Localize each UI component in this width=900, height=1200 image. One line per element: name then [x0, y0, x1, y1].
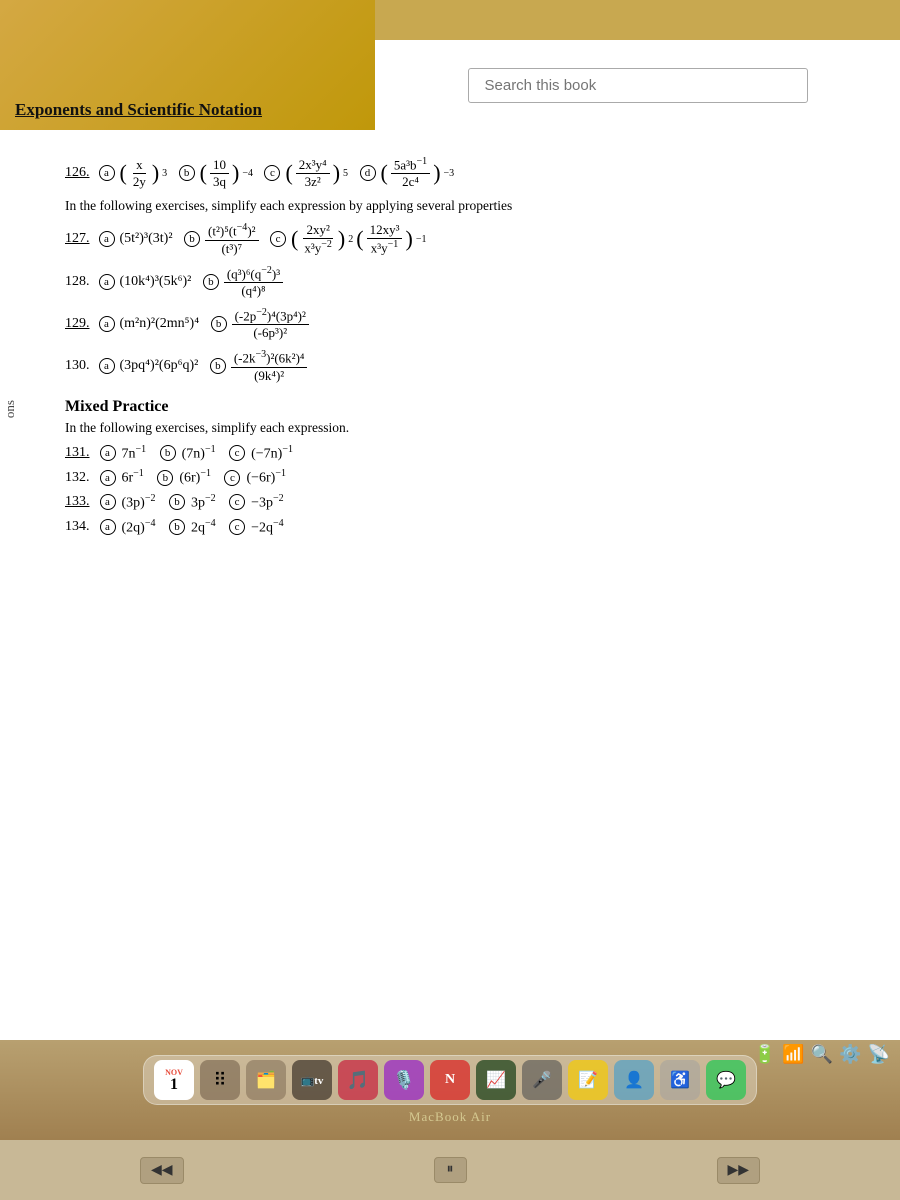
problem-127-b-circle: b [184, 231, 200, 247]
problem-129-number: 129. [65, 316, 90, 332]
problem-128-a-circle: a [99, 274, 115, 290]
finder-icon[interactable]: 🗂️ [246, 1060, 286, 1100]
macbook-label: MacBook Air [409, 1109, 491, 1125]
problem-131-c-circle: c [229, 445, 245, 461]
launchpad-icon[interactable]: ⠿ [200, 1060, 240, 1100]
problem-126-b-circle: b [179, 165, 195, 181]
problem-130: 130. a (3pq⁴)²(6p⁶q)² b (-2k−3)²(6k²)⁴ (… [65, 349, 870, 383]
problem-133: 133. a (3p)−2 b 3p−2 c −3p−2 [65, 493, 870, 512]
problem-132-b-circle: b [157, 470, 173, 486]
rewind-button[interactable]: ◀◀ [140, 1157, 184, 1184]
problem-128: 128. a (10k⁴)³(5k⁶)² b (q³)⁶(q−2)³ (q⁴)⁸ [65, 265, 870, 299]
faceid-icon[interactable]: 👤 [614, 1060, 654, 1100]
problem-133-number: 133. [65, 494, 90, 510]
problem-134: 134. a (2q)−4 b 2q−4 c −2q−4 [65, 518, 870, 537]
search-area [375, 40, 900, 130]
problem-131: 131. a 7n−1 b (7n)−1 c (−7n)−1 [65, 444, 870, 463]
mixed-practice-title: Mixed Practice [65, 398, 870, 416]
problem-134-c-circle: c [229, 519, 245, 535]
problem-126-number: 126. [65, 165, 90, 181]
stocks-icon[interactable]: 📈 [476, 1060, 516, 1100]
problem-134-a-circle: a [100, 519, 116, 535]
problem-132-a-circle: a [100, 470, 116, 486]
problem-132: 132. a 6r−1 b (6r)−1 c (−6r)−1 [65, 468, 870, 487]
problem-127: 127. a (5t²)³(3t)² b (t²)⁵(t−4)² (t³)⁷ c… [65, 222, 870, 256]
problem-129: 129. a (m²n)²(2mn⁵)⁴ b (-2p−2)⁴(3p⁴)² (-… [65, 307, 870, 341]
problem-127-number: 127. [65, 231, 90, 247]
accessibility-icon[interactable]: ♿ [660, 1060, 700, 1100]
sidebar-label: ons [2, 400, 18, 423]
problem-126: 126. a ( x 2y ) 3 b ( 10 3q ) −4 c ( 2x³… [65, 156, 870, 190]
forward-button[interactable]: ▶▶ [717, 1157, 761, 1184]
problem-130-number: 130. [65, 358, 90, 374]
siri-icon[interactable]: 🎤 [522, 1060, 562, 1100]
music-icon[interactable]: 🎵 [338, 1060, 378, 1100]
settings-icon[interactable]: ⚙️ [839, 1044, 861, 1065]
search-input[interactable] [468, 68, 808, 103]
problem-127-a-circle: a [99, 231, 115, 247]
appletv-icon[interactable]: 📺tv [292, 1060, 332, 1100]
news-icon[interactable]: N [430, 1060, 470, 1100]
problem-133-b-circle: b [169, 494, 185, 510]
problem-131-a-circle: a [100, 445, 116, 461]
problem-126-d-circle: d [360, 165, 376, 181]
problem-127-c-circle: c [270, 231, 286, 247]
problem-129-b-circle: b [211, 316, 227, 332]
problem-128-b-circle: b [203, 274, 219, 290]
mixed-practice-instruction: In the following exercises, simplify eac… [65, 420, 870, 436]
notes-icon[interactable]: 📝 [568, 1060, 608, 1100]
play-pause-button[interactable]: ⏸ [434, 1157, 467, 1183]
problem-131-number: 131. [65, 445, 90, 461]
problem-132-c-circle: c [224, 470, 240, 486]
spotlight-icon[interactable]: 🔍 [811, 1044, 833, 1065]
calendar-icon[interactable]: NOV 1 [154, 1060, 194, 1100]
problem-131-b-circle: b [160, 445, 176, 461]
keyboard-area: ◀◀ ⏸ ▶▶ [0, 1140, 900, 1200]
dock-bar: NOV 1 ⠿ 🗂️ 📺tv 🎵 🎙️ N 📈 [143, 1055, 757, 1105]
problem-134-number: 134. [65, 519, 90, 535]
problem-134-b-circle: b [169, 519, 185, 535]
problem-129-a-circle: a [99, 316, 115, 332]
problem-130-a-circle: a [99, 358, 115, 374]
problem-132-number: 132. [65, 470, 90, 486]
page-title: Exponents and Scientific Notation [15, 100, 262, 120]
problem-133-c-circle: c [229, 494, 245, 510]
problem-133-a-circle: a [100, 494, 116, 510]
problem-126-a-circle: a [99, 165, 115, 181]
problem-128-number: 128. [65, 274, 90, 290]
dock-area: 🔋 📶 🔍 ⚙️ 📡 NOV 1 ⠿ 🗂️ 📺tv 🎵 🎙️ [0, 1040, 900, 1140]
title-area: Exponents and Scientific Notation [0, 0, 375, 130]
problem-126-c-circle: c [264, 165, 280, 181]
top-right-icons: 🔋 📶 🔍 ⚙️ 📡 [754, 1044, 890, 1065]
wifi-icon: 📡 [868, 1044, 890, 1065]
instruction-1: In the following exercises, simplify eac… [65, 198, 870, 214]
chat-icon[interactable]: 💬 [706, 1060, 746, 1100]
problem-130-b-circle: b [210, 358, 226, 374]
podcasts-icon[interactable]: 🎙️ [384, 1060, 424, 1100]
content-area: 126. a ( x 2y ) 3 b ( 10 3q ) −4 c ( 2x³… [0, 130, 900, 1045]
